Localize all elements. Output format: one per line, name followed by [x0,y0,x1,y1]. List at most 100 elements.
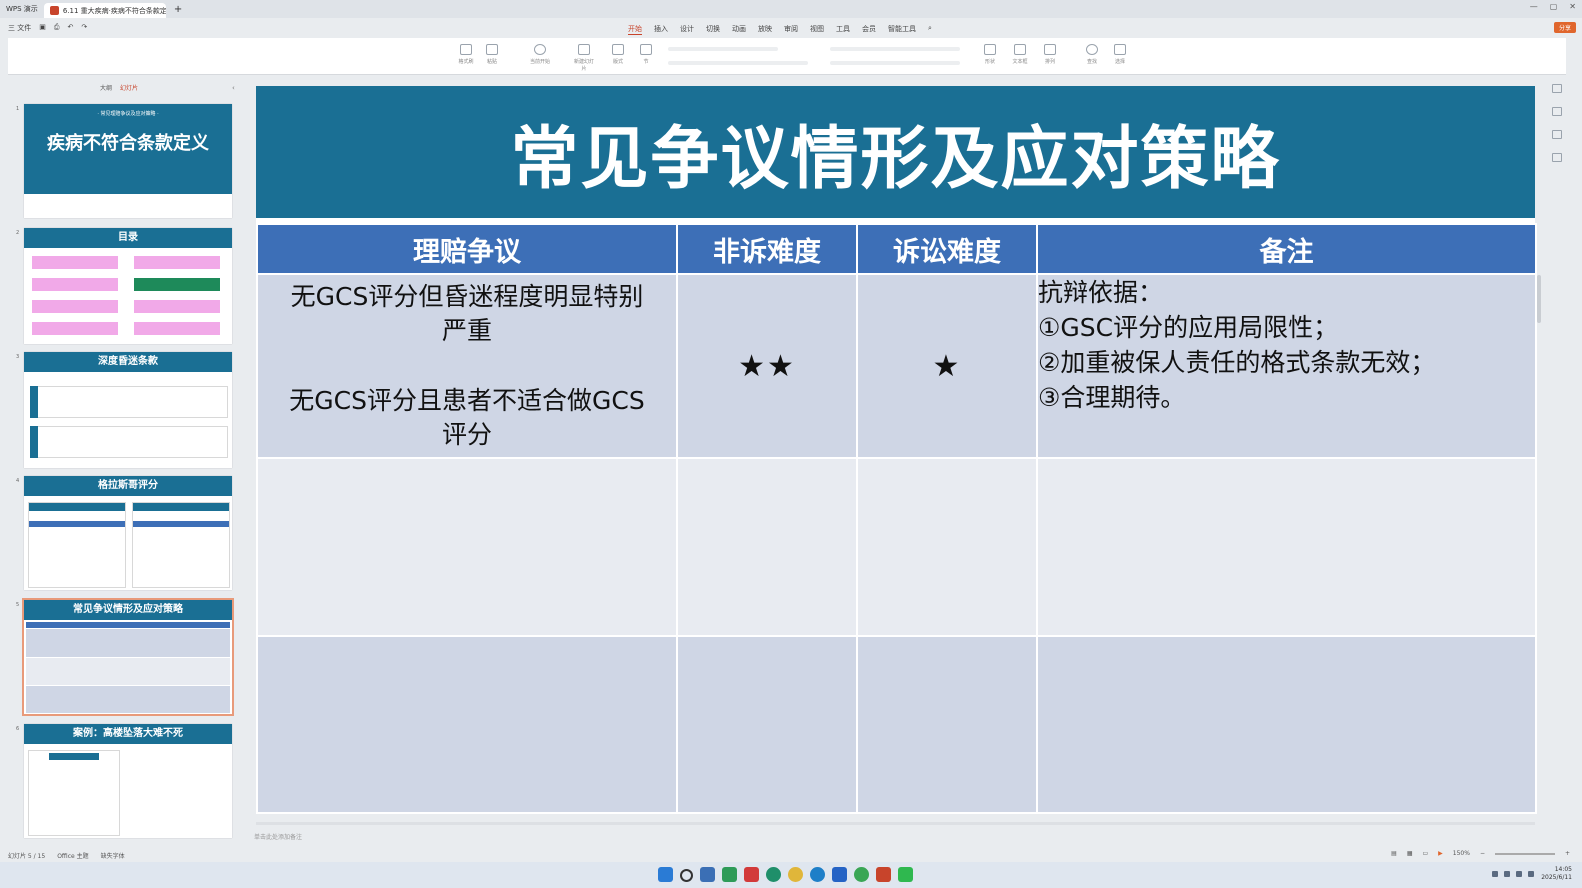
chrome-icon-2[interactable] [854,867,869,882]
clock[interactable]: 14:05 2025/6/11 [1541,866,1572,882]
new-tab-button[interactable]: + [166,4,190,15]
zoom-in-icon[interactable]: + [1565,850,1570,857]
notes-cell[interactable]: 抗辩依据： ①GSC评分的应用局限性； ②加重被保人责任的格式条款无效； ③合理… [1036,273,1537,459]
slide-thumbnail-6[interactable]: 案例：高楼坠落大难不死 [24,724,232,838]
app-icon-green[interactable] [722,867,737,882]
dispute-cell[interactable]: 无GCS评分但昏迷程度明显特别 严重 无GCS评分且患者不适合做GCS 评分 [256,273,678,459]
slide-canvas[interactable]: 常见争议情形及应对策略 理赔争议 非诉难度 诉讼难度 备注 无GCS评分但昏迷程… [256,86,1537,814]
zoom-level[interactable]: 150% [1453,850,1470,857]
dispute-text-b-cont: 评分 [441,420,492,449]
start-icon[interactable] [658,867,673,882]
close-window-icon[interactable]: ✕ [1569,2,1576,11]
print-icon[interactable]: ⎙ [54,23,60,33]
maximize-icon[interactable]: ▢ [1550,2,1558,11]
table-row [256,635,1537,814]
zoom-out-icon[interactable]: − [1480,850,1485,857]
app-icon-blue[interactable] [832,867,847,882]
textbox-button[interactable]: 文本框 [1008,44,1032,65]
slide-title[interactable]: 常见争议情形及应对策略 [256,86,1535,218]
notes-placeholder[interactable]: 单击此处添加备注 [254,832,302,841]
nonlitigation-rating[interactable]: ★★ [676,273,858,459]
font-format-row[interactable] [668,61,808,65]
empty-cell[interactable] [256,635,678,814]
empty-cell[interactable] [676,457,858,637]
select-button[interactable]: 选择 [1108,44,1132,65]
taskview-icon[interactable] [700,867,715,882]
app-tab[interactable]: WPS 演示 [0,0,44,18]
save-icon[interactable]: ▣ [39,23,46,33]
play-current-button[interactable]: 当前开始 [528,44,552,65]
app-icon-red[interactable] [744,867,759,882]
tab-home[interactable]: 开始 [628,24,642,35]
tab-tools[interactable]: 工具 [836,24,850,35]
share-button[interactable]: 分享 [1553,22,1576,33]
format-painter-button[interactable]: 格式刷 [454,44,478,65]
search-icon[interactable] [680,869,693,882]
vertical-scrollbar[interactable] [1537,275,1541,323]
sorter-view-icon[interactable]: ▦ [1407,850,1413,857]
property-icon[interactable] [1552,84,1562,93]
tab-transition[interactable]: 切换 [706,24,720,35]
dispute-table[interactable]: 理赔争议 非诉难度 诉讼难度 备注 无GCS评分但昏迷程度明显特别 严重 无GC… [256,223,1537,814]
shape-button[interactable]: 形状 [978,44,1002,65]
search-icon[interactable]: ⌕ [928,24,932,35]
theme-name[interactable]: Office 主题 [57,851,88,860]
slide-thumbnail-2[interactable]: 目录 [24,228,232,344]
tab-smart-tools[interactable]: 智能工具 [888,24,916,35]
minimize-icon[interactable]: — [1530,2,1538,11]
redo-icon[interactable]: ↷ [81,23,87,33]
transform-icon[interactable] [1552,130,1562,139]
new-slide-button[interactable]: 新建幻灯片 [572,44,596,72]
chrome-icon[interactable] [788,867,803,882]
tab-view[interactable]: 视图 [810,24,824,35]
tab-design[interactable]: 设计 [680,24,694,35]
slide-thumbnail-5[interactable]: 常见争议情形及应对策略 [22,598,234,716]
settings-icon[interactable] [1552,153,1562,162]
undo-icon[interactable]: ↶ [67,23,73,33]
file-menu[interactable]: 三 文件 [8,23,31,33]
paste-button[interactable]: 粘贴 [480,44,504,65]
battery-icon[interactable] [1528,871,1534,877]
layout-button[interactable]: 版式 [606,44,630,65]
volume-icon[interactable] [1516,871,1522,877]
find-button[interactable]: 查找 [1080,44,1104,65]
browser-icon[interactable] [766,867,781,882]
tray-chevron-icon[interactable] [1492,871,1498,877]
edge-icon[interactable] [810,867,825,882]
slide-thumbnail-1[interactable]: · 常见理赔争议及应对策略 · 疾病不符合条款定义 [24,104,232,218]
clock-date: 2025/6/11 [1541,874,1572,881]
wechat-icon[interactable] [898,867,913,882]
slide-thumbnail-3[interactable]: 深度昏迷条款 [24,352,232,468]
slides-tab[interactable]: 幻灯片 [120,83,138,92]
slide-thumbnail-4[interactable]: 格拉斯哥评分 [24,476,232,590]
zoom-slider[interactable] [1494,852,1555,855]
star-icon[interactable] [1552,107,1562,116]
tab-member[interactable]: 会员 [862,24,876,35]
play-icon[interactable]: ▶ [1438,850,1443,857]
missing-font-link[interactable]: 缺失字体 [101,851,125,860]
tab-animation[interactable]: 动画 [732,24,746,35]
empty-cell[interactable] [256,457,678,637]
wps-presentation-icon[interactable] [876,867,891,882]
tab-insert[interactable]: 插入 [654,24,668,35]
section-button[interactable]: 节 [634,44,658,65]
empty-cell[interactable] [856,457,1038,637]
paragraph-row[interactable] [830,47,960,51]
outline-tab[interactable]: 大纲 [100,83,112,92]
empty-cell[interactable] [1036,635,1537,814]
horizontal-scrollbar[interactable] [256,822,1535,825]
font-name-select[interactable] [668,47,778,51]
reading-view-icon[interactable]: ▭ [1422,850,1428,857]
tab-review[interactable]: 审阅 [784,24,798,35]
network-icon[interactable] [1504,871,1510,877]
litigation-rating[interactable]: ★ [856,273,1038,459]
alignment-row[interactable] [830,61,960,65]
empty-cell[interactable] [1036,457,1537,637]
collapse-panel-icon[interactable]: ‹ [232,84,235,92]
document-tab[interactable]: 6.11 重大疾病·疾病不符合条款定义 × [43,3,166,18]
tab-slideshow[interactable]: 放映 [758,24,772,35]
normal-view-icon[interactable]: ▤ [1391,850,1397,857]
arrange-button[interactable]: 排列 [1038,44,1062,65]
empty-cell[interactable] [856,635,1038,814]
empty-cell[interactable] [676,635,858,814]
